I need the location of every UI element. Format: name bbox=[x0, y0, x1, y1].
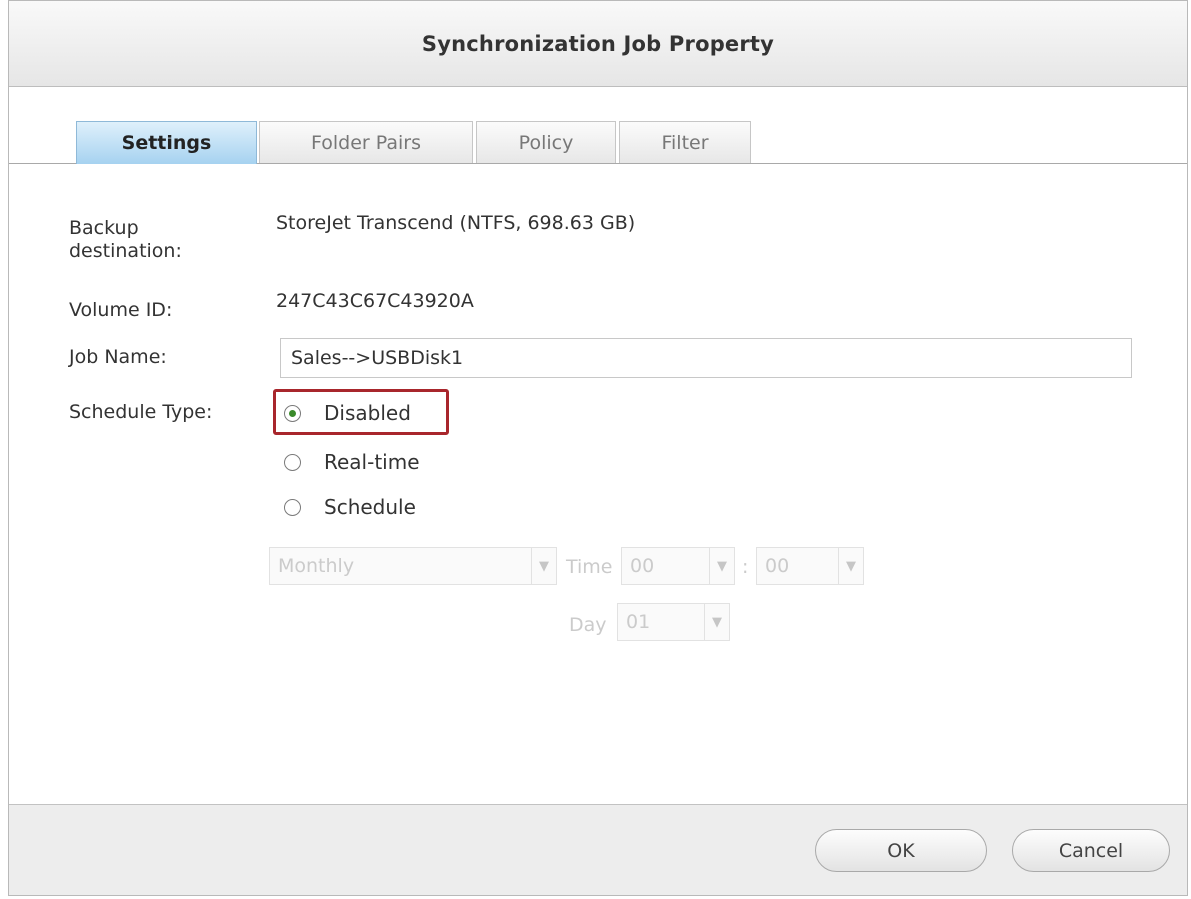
time-separator: : bbox=[742, 556, 749, 578]
radio-real-time[interactable]: Real-time bbox=[284, 450, 420, 474]
minute-select-value: 00 bbox=[765, 555, 790, 577]
radio-disabled[interactable]: Disabled bbox=[284, 401, 411, 425]
dialog-footer: OK Cancel bbox=[9, 804, 1187, 895]
volume-id-label: Volume ID: bbox=[69, 299, 173, 321]
tab-settings[interactable]: Settings bbox=[76, 121, 257, 164]
hour-select-value: 00 bbox=[630, 555, 655, 577]
schedule-type-label: Schedule Type: bbox=[69, 401, 213, 423]
cancel-button[interactable]: Cancel bbox=[1012, 829, 1170, 872]
job-name-label: Job Name: bbox=[69, 346, 167, 368]
ok-button[interactable]: OK bbox=[815, 829, 987, 872]
chevron-down-icon: ▼ bbox=[838, 548, 863, 584]
dialog-title-bar: Synchronization Job Property bbox=[9, 1, 1187, 87]
job-name-input[interactable] bbox=[280, 338, 1132, 378]
radio-schedule-label: Schedule bbox=[324, 495, 416, 519]
radio-selected-dot bbox=[289, 409, 296, 417]
radio-schedule[interactable]: Schedule bbox=[284, 495, 416, 519]
tab-policy-label: Policy bbox=[518, 131, 574, 154]
tab-policy[interactable]: Policy bbox=[476, 121, 616, 163]
ok-button-label: OK bbox=[887, 839, 915, 862]
day-label: Day bbox=[569, 614, 607, 636]
tab-strip: Settings Folder Pairs Policy Filter bbox=[9, 121, 1187, 164]
frequency-select-value: Monthly bbox=[278, 555, 355, 577]
radio-disabled-indicator[interactable] bbox=[284, 404, 301, 422]
volume-id-value: 247C43C67C43920A bbox=[276, 290, 474, 312]
dialog-title: Synchronization Job Property bbox=[421, 31, 775, 56]
day-select[interactable]: 01 ▼ bbox=[617, 603, 730, 641]
chevron-down-icon: ▼ bbox=[709, 548, 734, 584]
backup-destination-label-line1: Backup bbox=[69, 217, 139, 239]
cancel-button-label: Cancel bbox=[1058, 839, 1124, 862]
radio-schedule-indicator[interactable] bbox=[284, 498, 301, 516]
backup-destination-label: Backup destination: bbox=[69, 217, 182, 263]
radio-real-time-indicator[interactable] bbox=[284, 453, 301, 471]
backup-destination-value: StoreJet Transcend (NTFS, 698.63 GB) bbox=[276, 212, 636, 234]
hour-select[interactable]: 00 ▼ bbox=[621, 547, 735, 585]
minute-select[interactable]: 00 ▼ bbox=[756, 547, 864, 585]
chevron-down-icon: ▼ bbox=[704, 604, 729, 640]
radio-real-time-label: Real-time bbox=[324, 450, 420, 474]
tab-filter[interactable]: Filter bbox=[619, 121, 751, 163]
radio-disabled-label: Disabled bbox=[324, 401, 411, 425]
time-label: Time bbox=[566, 556, 613, 578]
chevron-down-icon: ▼ bbox=[531, 548, 556, 584]
frequency-select[interactable]: Monthly ▼ bbox=[269, 547, 557, 585]
day-select-value: 01 bbox=[626, 611, 651, 633]
sync-job-property-dialog: Synchronization Job Property Settings Fo… bbox=[8, 0, 1188, 896]
backup-destination-label-line2: destination: bbox=[69, 240, 182, 262]
tab-settings-label: Settings bbox=[121, 132, 212, 154]
tab-folder-pairs-label: Folder Pairs bbox=[311, 131, 421, 154]
tab-folder-pairs[interactable]: Folder Pairs bbox=[259, 121, 473, 163]
tab-filter-label: Filter bbox=[661, 131, 709, 154]
